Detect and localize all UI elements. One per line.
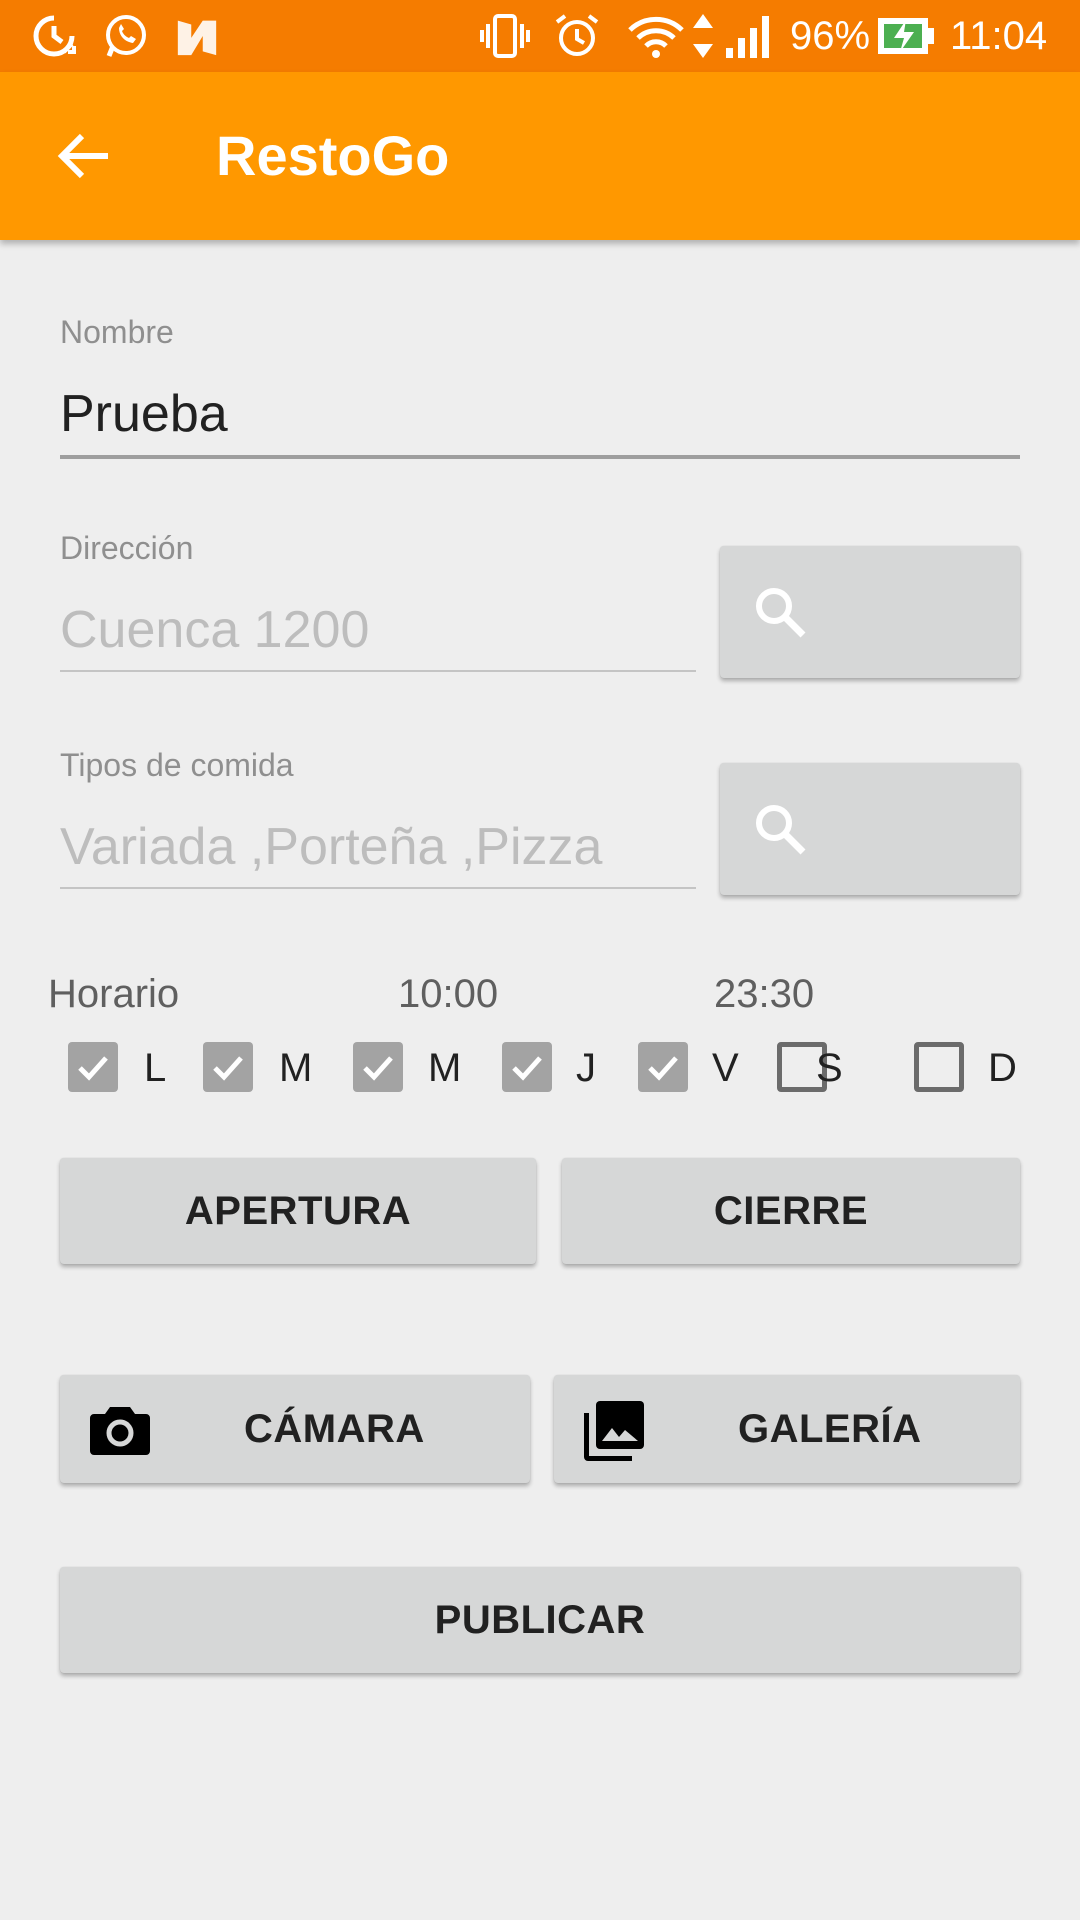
day-checkbox[interactable]: [68, 1042, 118, 1092]
app-title: RestoGo: [216, 124, 450, 187]
tipos-input[interactable]: Variada ,Porteña ,Pizza: [60, 815, 696, 879]
day-checkbox[interactable]: [914, 1042, 964, 1092]
tipos-search-button[interactable]: [720, 763, 1020, 895]
day-label: M: [279, 1046, 313, 1090]
day-checkbox[interactable]: [203, 1042, 253, 1092]
whatsapp-icon: [106, 15, 146, 57]
check-icon: [512, 1056, 542, 1081]
day-checkbox[interactable]: [353, 1042, 403, 1092]
day-label: L: [144, 1046, 167, 1090]
check-icon: [648, 1056, 678, 1081]
arrow-back-icon[interactable]: [54, 126, 114, 186]
photo-library-icon: [584, 1401, 644, 1461]
tipos-underline: [60, 887, 696, 889]
direccion-search-button[interactable]: [720, 546, 1020, 678]
status-bar: 96% 11:04: [0, 0, 1080, 72]
wifi-icon: [628, 16, 684, 58]
close-time: 23:30: [714, 972, 815, 1016]
direccion-label: Dirección: [60, 530, 194, 566]
camara-button[interactable]: CÁMARA: [60, 1375, 530, 1483]
galeria-label: GALERÍA: [738, 1407, 922, 1451]
check-icon: [78, 1056, 108, 1081]
direccion-underline: [60, 670, 696, 672]
tipos-label: Tipos de comida: [60, 747, 294, 783]
vibrate-icon: [480, 14, 530, 58]
day-label: J: [576, 1046, 596, 1090]
n-notification-icon: [177, 20, 217, 56]
check-icon: [213, 1056, 243, 1081]
data-arrows-icon: [693, 14, 713, 58]
day-label: S: [816, 1046, 843, 1090]
horario-label: Horario: [48, 972, 180, 1016]
open-time: 10:00: [398, 972, 499, 1016]
search-icon: [756, 588, 806, 638]
galeria-button[interactable]: GALERÍA: [554, 1375, 1020, 1483]
battery-charging-icon: [878, 18, 934, 54]
alarm-icon: [555, 14, 599, 56]
day-label: D: [988, 1046, 1017, 1090]
camara-label: CÁMARA: [244, 1407, 425, 1451]
day-checkbox[interactable]: [502, 1042, 552, 1092]
signal-icon: [726, 16, 769, 58]
clock: 11:04: [950, 14, 1048, 58]
day-label: M: [428, 1046, 462, 1090]
day-label: V: [712, 1046, 739, 1090]
camera-icon: [90, 1407, 150, 1455]
publicar-button[interactable]: PUBLICAR: [60, 1567, 1020, 1673]
nombre-input[interactable]: Prueba: [60, 382, 1020, 446]
apertura-button[interactable]: APERTURA: [60, 1158, 536, 1264]
data-saver-icon: [33, 15, 76, 57]
search-icon: [756, 805, 806, 855]
nombre-underline: [60, 455, 1020, 459]
cierre-button[interactable]: CIERRE: [562, 1158, 1020, 1264]
day-checkbox[interactable]: [638, 1042, 688, 1092]
battery-percent: 96%: [790, 14, 871, 58]
check-icon: [363, 1056, 393, 1081]
app-bar: RestoGo: [0, 72, 1080, 240]
nombre-label: Nombre: [60, 314, 174, 350]
direccion-input[interactable]: Cuenca 1200: [60, 598, 696, 662]
